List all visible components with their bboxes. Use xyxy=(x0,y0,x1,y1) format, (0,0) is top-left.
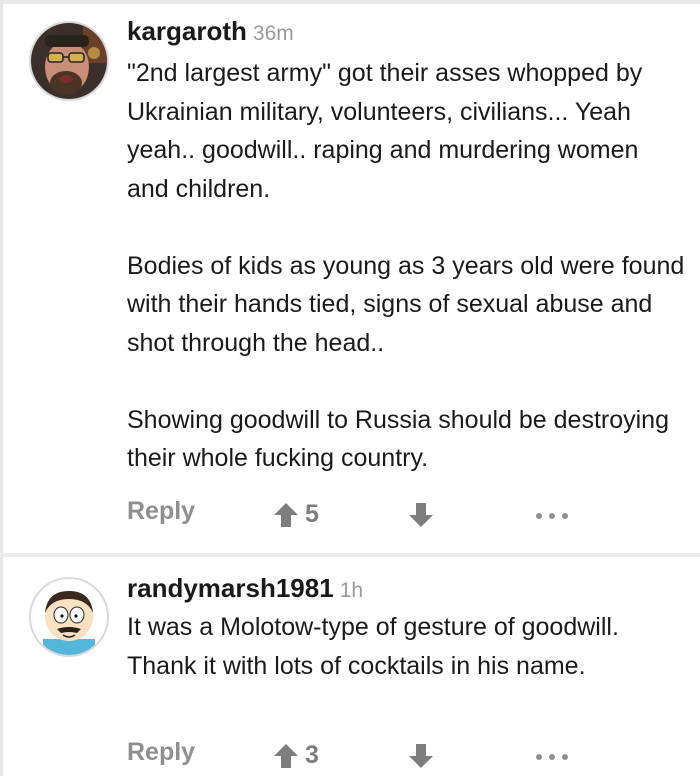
avatar[interactable] xyxy=(31,23,107,99)
upvote-arrow-icon xyxy=(274,744,298,768)
more-options-button[interactable] xyxy=(536,513,570,521)
avatar[interactable] xyxy=(31,579,107,655)
more-options-icon xyxy=(549,754,555,760)
timestamp: 1h xyxy=(339,579,364,602)
comment-header: kargaroth 36m xyxy=(127,16,294,47)
downvote-button[interactable] xyxy=(408,743,434,771)
more-options-icon xyxy=(536,754,542,760)
username[interactable]: kargaroth xyxy=(127,16,247,46)
comment-paragraph: Bodies of kids as young as 3 years old w… xyxy=(127,251,685,357)
comment-paragraph: Showing goodwill to Russia should be des… xyxy=(127,405,669,473)
more-options-icon xyxy=(562,754,568,760)
upvote-button[interactable]: 5 xyxy=(273,500,333,532)
comment-paragraph: It was a Molotow-type of gesture of good… xyxy=(127,613,619,680)
user-photo-avatar xyxy=(31,23,107,99)
username[interactable]: randymarsh1981 xyxy=(127,573,334,603)
upvote-arrow-icon xyxy=(274,503,298,527)
comment-body: "2nd largest army" got their asses whopp… xyxy=(127,54,687,478)
comment-paragraph: "2nd largest army" got their asses whopp… xyxy=(127,59,643,203)
vote-count: 5 xyxy=(305,500,319,528)
comment-actions: Reply 3 xyxy=(127,738,587,778)
comment-header: randymarsh1981 1h xyxy=(127,573,363,604)
downvote-arrow-icon xyxy=(409,744,433,768)
reply-button[interactable]: Reply xyxy=(127,738,195,767)
vote-count: 3 xyxy=(305,741,319,769)
more-options-button[interactable] xyxy=(536,754,570,762)
more-options-icon xyxy=(562,513,568,519)
comment-actions: Reply 5 xyxy=(127,497,587,537)
cartoon-avatar xyxy=(31,579,107,655)
comment: kargaroth 36m "2nd largest army" got thei… xyxy=(0,0,700,553)
more-options-icon xyxy=(549,513,555,519)
downvote-button[interactable] xyxy=(408,502,434,530)
timestamp: 36m xyxy=(252,22,294,45)
comment: randymarsh1981 1h It was a Molotow-type o… xyxy=(0,557,700,776)
more-options-icon xyxy=(536,513,542,519)
upvote-button[interactable]: 3 xyxy=(273,741,333,773)
downvote-arrow-icon xyxy=(409,503,433,527)
reply-button[interactable]: Reply xyxy=(127,497,195,526)
comment-body: It was a Molotow-type of gesture of good… xyxy=(127,608,687,685)
